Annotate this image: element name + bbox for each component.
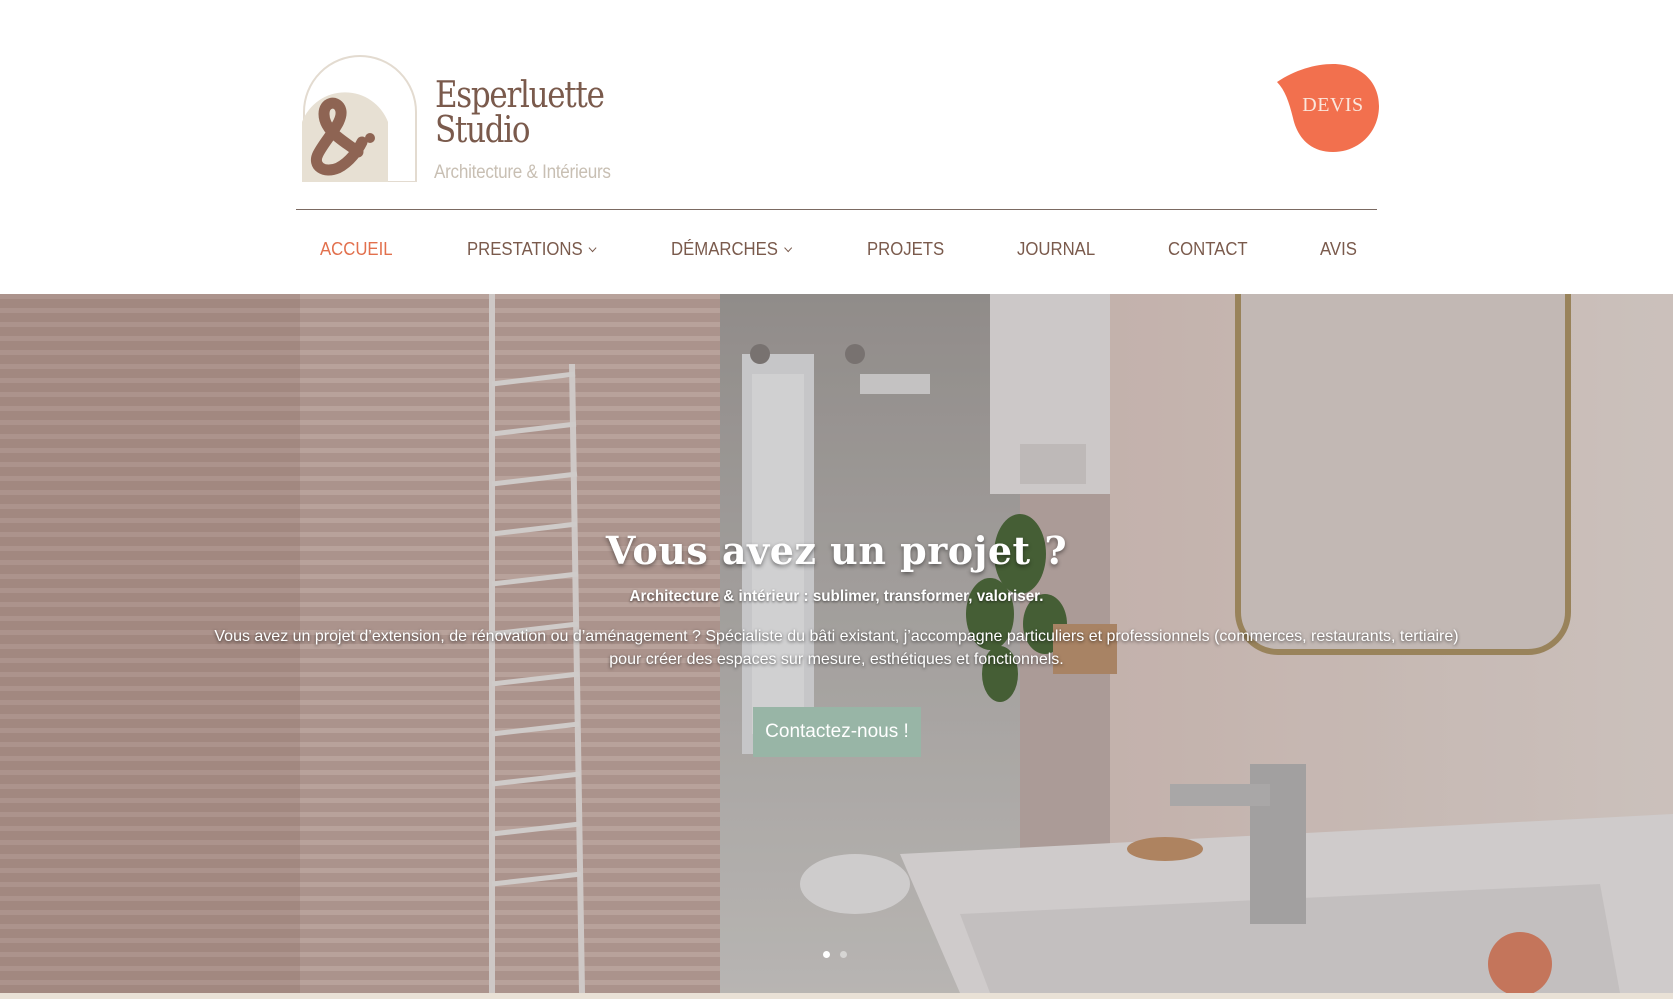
nav-item-journal[interactable]: JOURNAL bbox=[1017, 239, 1095, 260]
nav-item-accueil[interactable]: ACCUEIL bbox=[320, 239, 393, 260]
nav-item-prestations[interactable]: PRESTATIONS bbox=[467, 239, 597, 260]
header-divider bbox=[296, 209, 1377, 210]
nav-item-contact[interactable]: CONTACT bbox=[1168, 239, 1248, 260]
logo-ampersand-icon bbox=[302, 55, 417, 182]
logo-name-line1: Esperluette bbox=[435, 75, 605, 116]
chevron-down-icon bbox=[588, 243, 597, 253]
nav-item-avis[interactable]: AVIS bbox=[1320, 239, 1357, 260]
main-nav: ACCUEIL PRESTATIONS DÉMARCHES PROJETS JO… bbox=[296, 226, 1377, 278]
contact-cta-button[interactable]: Contactez-nous ! bbox=[753, 707, 921, 757]
nav-item-projets[interactable]: PROJETS bbox=[867, 239, 944, 260]
logo-tagline: Architecture & Intérieurs bbox=[434, 162, 611, 183]
logo-name-line2: Studio bbox=[435, 110, 531, 151]
nav-item-demarches[interactable]: DÉMARCHES bbox=[671, 239, 793, 260]
site-header: Esperluette Studio Architecture & Intéri… bbox=[0, 0, 1673, 294]
chevron-down-icon bbox=[784, 243, 793, 253]
logo[interactable]: Esperluette Studio Architecture & Intéri… bbox=[296, 42, 626, 188]
page-bottom-strip bbox=[0, 993, 1673, 999]
slider-dot-1[interactable] bbox=[823, 951, 830, 958]
logo-title: Esperluette Studio bbox=[435, 75, 605, 151]
hero-title: Vous avez un projet ? bbox=[605, 528, 1068, 573]
devis-label: DEVIS bbox=[1302, 94, 1364, 116]
slider-dot-2[interactable] bbox=[840, 951, 847, 958]
hero-subtitle: Architecture & intérieur : sublimer, tra… bbox=[629, 588, 1044, 605]
devis-button[interactable]: DEVIS bbox=[1275, 64, 1379, 152]
slider-pagination bbox=[823, 951, 853, 961]
hero-slider: Vous avez un projet ? Architecture & int… bbox=[0, 294, 1673, 993]
hero-description: Vous avez un projet d’extension, de réno… bbox=[214, 628, 1459, 668]
